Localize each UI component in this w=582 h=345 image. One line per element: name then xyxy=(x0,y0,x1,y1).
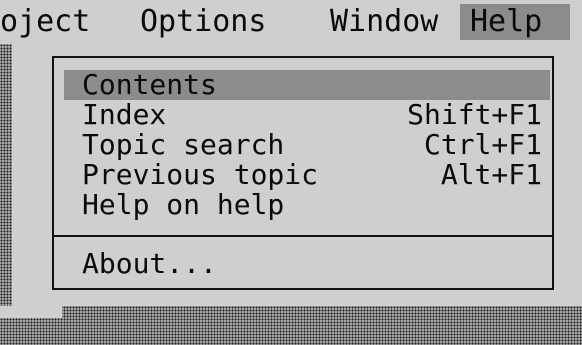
menu-item-index[interactable]: Index Shift+F1 xyxy=(64,100,550,130)
menu-item-previous-topic[interactable]: Previous topic Alt+F1 xyxy=(64,160,550,190)
dropdown-shadow-bottom xyxy=(0,306,582,345)
menu-help[interactable]: Help xyxy=(460,4,570,40)
menu-item-topic-search[interactable]: Topic search Ctrl+F1 xyxy=(64,130,550,160)
menu-item-contents[interactable]: Contents xyxy=(64,70,550,100)
menu-item-label: About... xyxy=(82,247,217,280)
menu-window[interactable]: Window xyxy=(330,4,438,40)
menu-separator xyxy=(52,235,554,237)
menu-item-shortcut: Alt+F1 xyxy=(440,158,542,191)
menu-item-shortcut: Shift+F1 xyxy=(407,98,542,131)
menu-item-label: Topic search xyxy=(82,128,285,161)
menu-item-label: Previous topic xyxy=(82,158,319,191)
help-dropdown: Contents Index Shift+F1 Topic search Ctr… xyxy=(12,44,582,306)
menu-options[interactable]: Options xyxy=(140,4,266,40)
menu-item-shortcut: Ctrl+F1 xyxy=(423,128,542,161)
menu-item-label: Contents xyxy=(82,68,217,101)
shadow-gap xyxy=(0,306,62,318)
dropdown-shadow-left xyxy=(0,44,12,306)
screen: oject Options Window Help Contents Index… xyxy=(0,0,582,345)
menu-bar: oject Options Window Help xyxy=(0,0,582,44)
menu-item-label: Index xyxy=(82,98,167,131)
menu-project[interactable]: oject xyxy=(0,4,90,40)
menu-item-about[interactable]: About... xyxy=(64,249,550,279)
menu-item-help-on-help[interactable]: Help on help xyxy=(64,190,550,220)
menu-item-label: Help on help xyxy=(82,188,285,221)
